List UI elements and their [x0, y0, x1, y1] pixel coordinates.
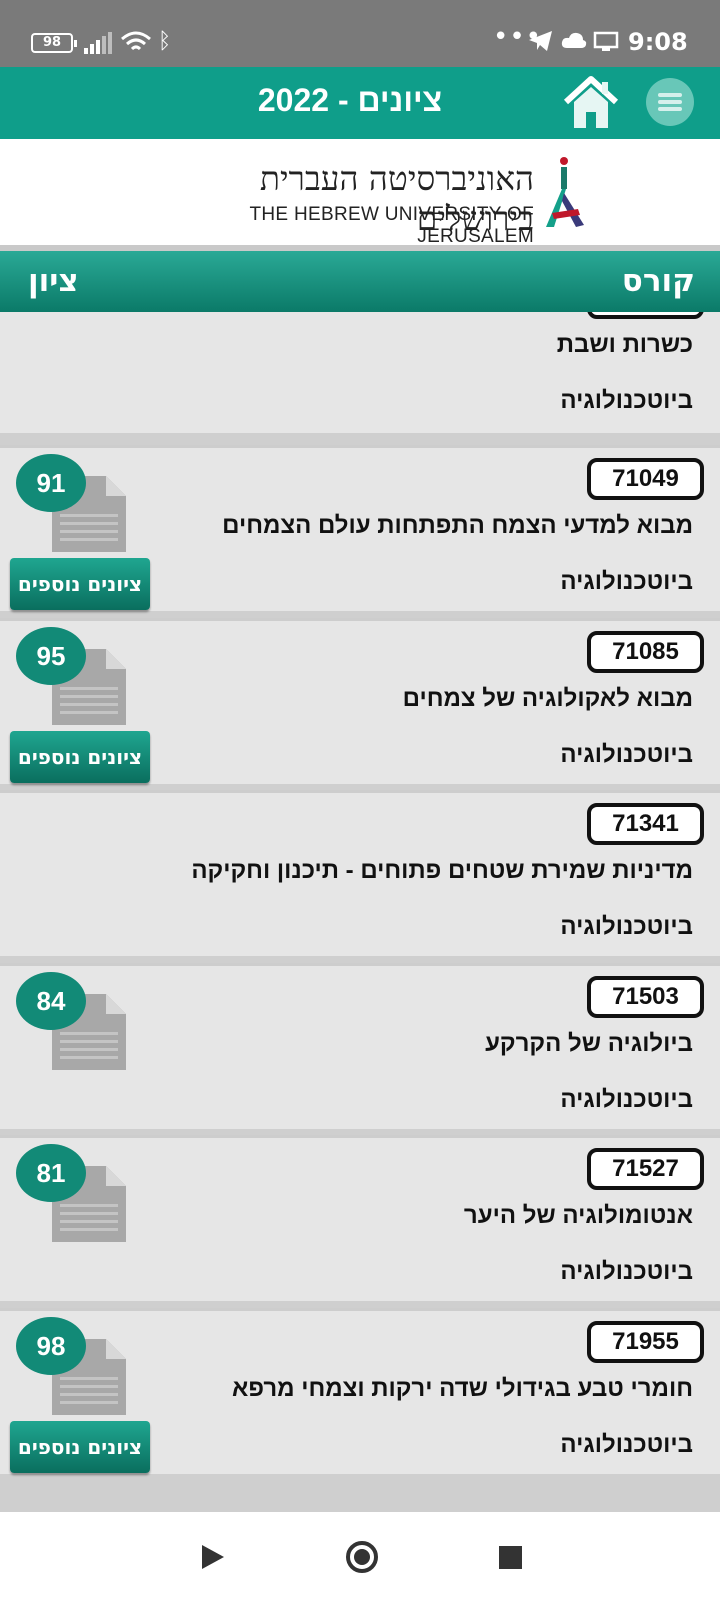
more-grades-button[interactable]: ציונים נוספים [10, 558, 150, 610]
course-faculty: ביוטכנולוגיה [560, 568, 693, 595]
home-icon[interactable] [562, 74, 620, 130]
course-faculty: ביוטכנולוגיה [560, 1431, 693, 1458]
table-row[interactable]: 71527 אנטומולוגיה של היער ביוטכנולוגיה 8… [0, 1135, 720, 1301]
table-row[interactable]: 71955 חומרי טבע בגידולי שדה ירקות וצמחי … [0, 1308, 720, 1474]
bluetooth-icon: ᛒ [158, 29, 172, 54]
grades-list[interactable]: כשרות ושבת ביוטכנולוגיה 71049 מבוא למדעי… [0, 312, 720, 1512]
course-code: 71955 [587, 1321, 704, 1363]
course-code: 71049 [587, 458, 704, 500]
logo-english-text: THE HEBREW UNIVERSITY OF JERUSALEM [249, 204, 534, 247]
grade-badge: 84 [16, 972, 86, 1030]
status-bar: 98 ᛒ ••• 9:08 [0, 0, 720, 67]
cast-icon [593, 31, 619, 51]
wifi-icon [121, 31, 151, 51]
course-faculty: ביוטכנולוגיה [560, 387, 693, 414]
grades-table-header: קורס ציון [0, 251, 720, 312]
system-nav-bar [0, 1522, 720, 1600]
grade-badge: 91 [16, 454, 86, 512]
table-row[interactable]: 71341 מדיניות שמירת שטחים פתוחים - תיכנו… [0, 790, 720, 956]
table-row[interactable]: כשרות ושבת ביוטכנולוגיה [0, 312, 720, 433]
more-grades-button[interactable]: ציונים נוספים [10, 731, 150, 783]
battery-icon: 98 [31, 33, 77, 53]
header-grade: ציון [28, 263, 79, 299]
table-row[interactable]: 71049 מבוא למדעי הצמח התפתחות עולם הצמחי… [0, 445, 720, 611]
course-faculty: ביוטכנולוגיה [560, 1086, 693, 1113]
telegram-icon [529, 31, 552, 51]
course-code: 71503 [587, 976, 704, 1018]
course-code [587, 312, 704, 319]
grade-badge: 81 [16, 1144, 86, 1202]
cloud-icon [561, 32, 587, 48]
back-icon[interactable] [202, 1545, 224, 1569]
table-row[interactable]: 71503 ביולוגיה של הקרקע ביוטכנולוגיה 84 [0, 963, 720, 1129]
menu-icon[interactable] [646, 78, 694, 126]
university-logo: האוניברסיטה העברית בירושלים THE HEBREW U… [0, 139, 720, 247]
page-title: ציונים - 2022 [257, 82, 443, 118]
signal-icon [84, 32, 114, 54]
course-code: 71085 [587, 631, 704, 673]
course-faculty: ביוטכנולוגיה [560, 1258, 693, 1285]
clock: 9:08 [628, 28, 688, 56]
home-circle-icon[interactable] [346, 1541, 378, 1573]
course-code: 71527 [587, 1148, 704, 1190]
course-name: אנטומולוגיה של היער [463, 1202, 693, 1229]
course-name: ביולוגיה של הקרקע [485, 1030, 693, 1057]
course-name: מבוא למדעי הצמח התפתחות עולם הצמחים [222, 512, 693, 539]
course-name: כשרות ושבת [556, 331, 693, 358]
course-name: מדיניות שמירת שטחים פתוחים - תיכנון וחקי… [191, 857, 693, 884]
course-code: 71341 [587, 803, 704, 845]
header-course: קורס [621, 263, 695, 299]
course-faculty: ביוטכנולוגיה [560, 913, 693, 940]
logo-emblem-icon [546, 157, 584, 227]
course-name: מבוא לאקולוגיה של צמחים [402, 685, 693, 712]
app-bar: ציונים - 2022 [0, 67, 720, 139]
recents-icon[interactable] [499, 1546, 522, 1569]
table-row[interactable]: 71085 מבוא לאקולוגיה של צמחים ביוטכנולוג… [0, 618, 720, 784]
grade-badge: 95 [16, 627, 86, 685]
course-name: חומרי טבע בגידולי שדה ירקות וצמחי מרפא [232, 1375, 693, 1402]
more-grades-button[interactable]: ציונים נוספים [10, 1421, 150, 1473]
grade-badge: 98 [16, 1317, 86, 1375]
course-faculty: ביוטכנולוגיה [560, 741, 693, 768]
